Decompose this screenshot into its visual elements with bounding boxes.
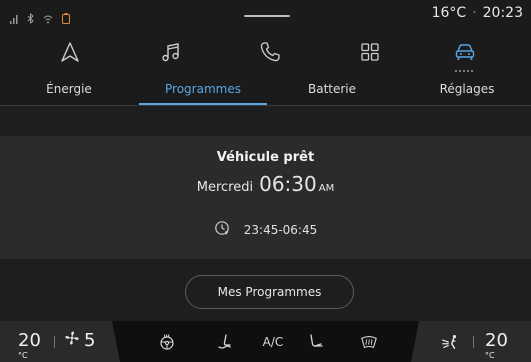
right-divider [473,336,474,348]
fan-icon [64,330,80,351]
windshield-defrost-icon[interactable] [356,332,382,352]
phone-icon[interactable] [256,38,284,66]
vehicle-ready-panel[interactable]: Véhicule prêt Mercredi 06:30 AM 23:45-06:4… [0,136,531,259]
left-divider [54,336,55,348]
fan-level: 5 [84,330,96,351]
status-bar: 16°C · 20:23 [0,0,531,30]
departure-ampm: AM [318,183,335,194]
status-icons [10,9,70,28]
tab-batterie[interactable]: Batterie [268,82,396,96]
right-temperature-unit: °C [485,351,495,360]
left-temperature-value: 20 [18,330,41,351]
mes-programmes-button[interactable]: Mes Programmes [185,275,354,309]
active-tab-indicator [139,103,267,105]
steering-wheel-heat-icon[interactable] [155,332,179,352]
charge-schedule: 23:45-06:45 [0,220,531,239]
right-climate-zone [411,321,531,362]
schedule-range: 23:45-06:45 [243,222,318,237]
outside-temperature: 16°C [431,5,467,21]
right-temperature[interactable]: 20°C.5 [485,330,508,362]
status-separator: · [472,5,477,21]
left-temperature-unit: °C [18,351,28,360]
tab-programmes[interactable]: Programmes [139,82,267,96]
app-bar [0,30,531,74]
phone-battery-icon [62,9,70,28]
navigation-icon[interactable] [56,38,84,66]
tab-bar: Énergie Programmes Batterie Réglages [0,74,531,106]
bluetooth-icon [27,9,34,28]
climate-bar: 20°C.5 5 A/C 20°C.5 [0,321,531,362]
tab-reglages[interactable]: Réglages [403,82,531,96]
departure-time: 06:30 [259,172,317,196]
fan-speed-control[interactable]: 5 [64,330,95,351]
vehicle-icon[interactable] [451,38,479,72]
music-icon[interactable] [157,38,185,66]
airflow-mode-icon[interactable] [438,332,462,352]
left-temperature[interactable]: 20°C.5 [18,330,41,362]
departure-time-line: Mercredi 06:30 AM [0,172,531,196]
more-indicator [455,70,475,72]
right-temperature-value: 20 [485,330,508,351]
apps-grid-icon[interactable] [356,38,384,66]
signal-icon [10,9,18,28]
status-right: 16°C · 20:23 [432,5,523,21]
vehicle-ready-title: Véhicule prêt [216,150,315,165]
main-content: Véhicule prêt Mercredi 06:30 AM 23:45-06:4… [0,107,531,321]
wifi-icon [43,9,53,28]
clock-charge-icon [214,220,230,239]
departure-day: Mercredi [196,180,254,195]
pull-down-handle[interactable] [244,15,290,17]
seat-heat-right-icon[interactable] [304,332,328,352]
ac-button[interactable]: A/C [258,332,288,352]
clock: 20:23 [482,5,523,21]
seat-heat-left-icon[interactable] [212,332,236,352]
tab-energie[interactable]: Énergie [14,82,124,96]
